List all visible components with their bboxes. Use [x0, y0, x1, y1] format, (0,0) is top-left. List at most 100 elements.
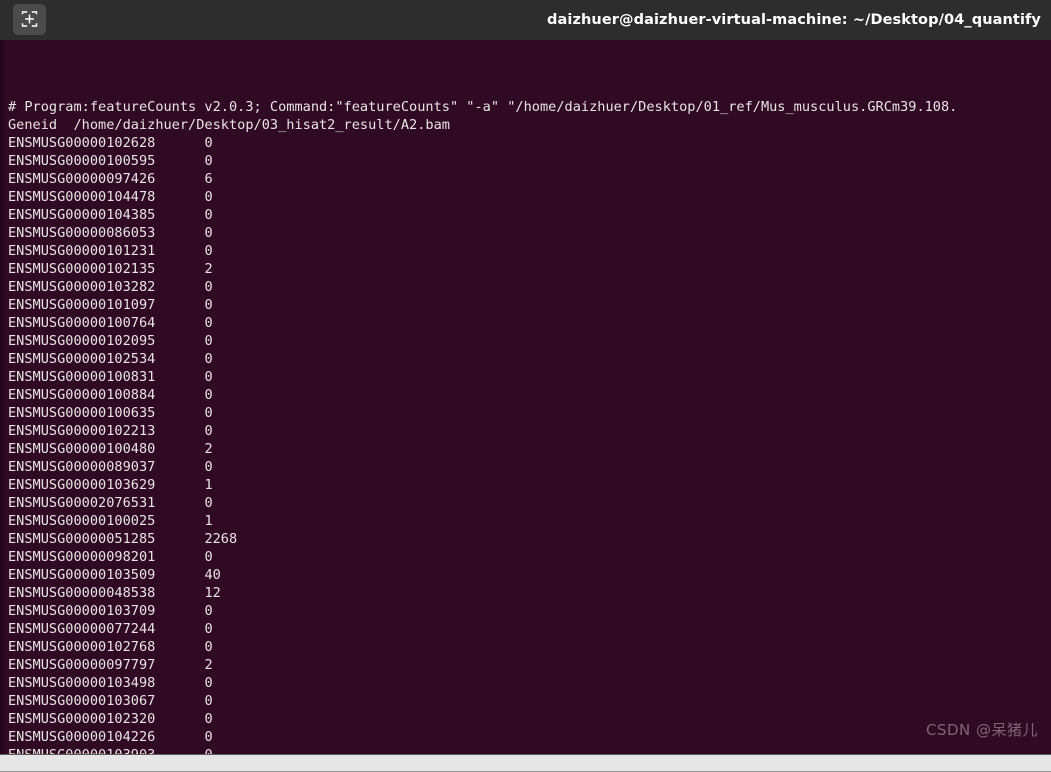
gene-id: ENSMUSG00000103903: [8, 746, 155, 754]
terminal-window: daizhuer@daizhuer-virtual-machine: ~/Des…: [0, 0, 1051, 772]
gene-id: ENSMUSG00000104478: [8, 189, 156, 205]
program-header-line: # Program:featureCounts v2.0.3; Command:…: [8, 99, 958, 115]
gene-count-row: ENSMUSG00000048538 12: [8, 584, 1051, 602]
gene-count: 0: [204, 315, 213, 331]
gene-count: 2: [204, 261, 213, 277]
gene-count: 0: [204, 279, 213, 295]
gene-id: ENSMUSG00000086053: [8, 225, 156, 241]
gene-count-row: ENSMUSG00000100884 0: [8, 386, 1051, 404]
gene-count: 0: [204, 333, 213, 349]
gene-count: 0: [204, 729, 213, 745]
gene-id: ENSMUSG00000097426: [8, 171, 156, 187]
gene-id: ENSMUSG00000101097: [8, 297, 156, 313]
gene-count-row: ENSMUSG00000102628 0: [8, 134, 1051, 152]
gene-count: 0: [204, 225, 213, 241]
window-titlebar: daizhuer@daizhuer-virtual-machine: ~/Des…: [0, 0, 1051, 40]
gene-count-row: ENSMUSG00000101097 0: [8, 296, 1051, 314]
gene-id: ENSMUSG00000100480: [8, 441, 156, 457]
gene-count-row: ENSMUSG00000102320 0: [8, 710, 1051, 728]
gene-count: 0: [204, 459, 213, 475]
gene-id: ENSMUSG00000100635: [8, 405, 156, 421]
gene-id: ENSMUSG00000103067: [8, 693, 156, 709]
gene-count: 0: [204, 639, 213, 655]
gene-id: ENSMUSG00000103282: [8, 279, 156, 295]
gene-id: ENSMUSG00000104385: [8, 207, 156, 223]
gene-count-row: ENSMUSG00000102534 0: [8, 350, 1051, 368]
gene-id: ENSMUSG00000102628: [8, 135, 156, 151]
gene-count: 0: [204, 243, 213, 259]
gene-count: 2268: [204, 531, 238, 547]
gene-count-row: ENSMUSG00000103509 40: [8, 566, 1051, 584]
gene-count-row: ENSMUSG00000100025 1: [8, 512, 1051, 530]
new-tab-button[interactable]: [13, 4, 46, 35]
terminal-screen: # Program:featureCounts v2.0.3; Command:…: [8, 44, 1051, 754]
gene-count-row: ENSMUSG00002076531 0: [8, 494, 1051, 512]
gene-id: ENSMUSG00000097797: [8, 657, 156, 673]
gene-count: 1: [204, 477, 213, 493]
gene-count: 0: [204, 746, 212, 754]
gene-count-row: ENSMUSG00000102095 0: [8, 332, 1051, 350]
gene-count: 0: [204, 693, 213, 709]
gene-id: ENSMUSG00000102095: [8, 333, 156, 349]
gene-id: ENSMUSG00000089037: [8, 459, 156, 475]
gene-id: ENSMUSG00000103629: [8, 477, 156, 493]
gene-id: ENSMUSG00000100764: [8, 315, 156, 331]
gene-count: 40: [204, 567, 221, 583]
gene-count-row: ENSMUSG00000103903 0: [8, 746, 1051, 754]
gene-count-row: ENSMUSG00000077244 0: [8, 620, 1051, 638]
gene-count-row: ENSMUSG00000051285 2268: [8, 530, 1051, 548]
gene-count-row: ENSMUSG00000097426 6: [8, 170, 1051, 188]
gene-count-row: ENSMUSG00000104226 0: [8, 728, 1051, 746]
gene-count-row: ENSMUSG00000097797 2: [8, 656, 1051, 674]
gene-count-row: ENSMUSG00000100764 0: [8, 314, 1051, 332]
gene-count: 0: [204, 621, 213, 637]
gene-count: 0: [204, 135, 213, 151]
gene-count-row: ENSMUSG00000086053 0: [8, 224, 1051, 242]
gene-count-row: ENSMUSG00000102135 2: [8, 260, 1051, 278]
gene-count-row: ENSMUSG00000103709 0: [8, 602, 1051, 620]
gene-id: ENSMUSG00000100595: [8, 153, 156, 169]
gene-id: ENSMUSG00000102768: [8, 639, 156, 655]
gene-count: 0: [204, 387, 213, 403]
gene-count-row: ENSMUSG00000104478 0: [8, 188, 1051, 206]
gene-count: 12: [204, 585, 221, 601]
gene-id: ENSMUSG00000098201: [8, 549, 156, 565]
gene-id: ENSMUSG00000104226: [8, 729, 156, 745]
gene-count-row: ENSMUSG00000103629 1: [8, 476, 1051, 494]
gene-count: 0: [204, 549, 213, 565]
gene-id: ENSMUSG00000102135: [8, 261, 156, 277]
gene-id: ENSMUSG00000103709: [8, 603, 156, 619]
gene-id: ENSMUSG00000102534: [8, 351, 156, 367]
gene-id: ENSMUSG00002076531: [8, 495, 156, 511]
gene-count-row: ENSMUSG00000100480 2: [8, 440, 1051, 458]
gene-count: 1: [204, 513, 213, 529]
gene-count: 0: [204, 405, 213, 421]
window-title: daizhuer@daizhuer-virtual-machine: ~/Des…: [547, 12, 1041, 28]
gene-count: 0: [204, 207, 213, 223]
gene-count-row: ENSMUSG00000102768 0: [8, 638, 1051, 656]
gene-id: ENSMUSG00000048538: [8, 585, 156, 601]
gene-count: 0: [204, 153, 213, 169]
gene-count: 0: [204, 603, 213, 619]
gene-id: ENSMUSG00000103498: [8, 675, 156, 691]
gene-count: 2: [204, 657, 213, 673]
gene-count: 0: [204, 369, 213, 385]
gene-count: 0: [204, 351, 213, 367]
gene-count-row: ENSMUSG00000102213 0: [8, 422, 1051, 440]
bottom-strip: [0, 754, 1051, 772]
gene-id: ENSMUSG00000100884: [8, 387, 156, 403]
terminal-body[interactable]: # Program:featureCounts v2.0.3; Command:…: [0, 40, 1051, 754]
gene-count-row: ENSMUSG00000101231 0: [8, 242, 1051, 260]
terminal-left-edge: [0, 40, 4, 754]
gene-id: ENSMUSG00000101231: [8, 243, 156, 259]
gene-count-row: ENSMUSG00000100595 0: [8, 152, 1051, 170]
gene-count: 0: [204, 423, 213, 439]
gene-id: ENSMUSG00000100025: [8, 513, 156, 529]
column-header-line: Geneid /home/daizhuer/Desktop/03_hisat2_…: [8, 117, 450, 133]
gene-count-row: ENSMUSG00000103067 0: [8, 692, 1051, 710]
gene-count-row: ENSMUSG00000100635 0: [8, 404, 1051, 422]
gene-count: 0: [204, 297, 213, 313]
new-tab-plus-icon: [20, 11, 39, 28]
gene-id: ENSMUSG00000102320: [8, 711, 156, 727]
gene-count: 2: [204, 441, 213, 457]
